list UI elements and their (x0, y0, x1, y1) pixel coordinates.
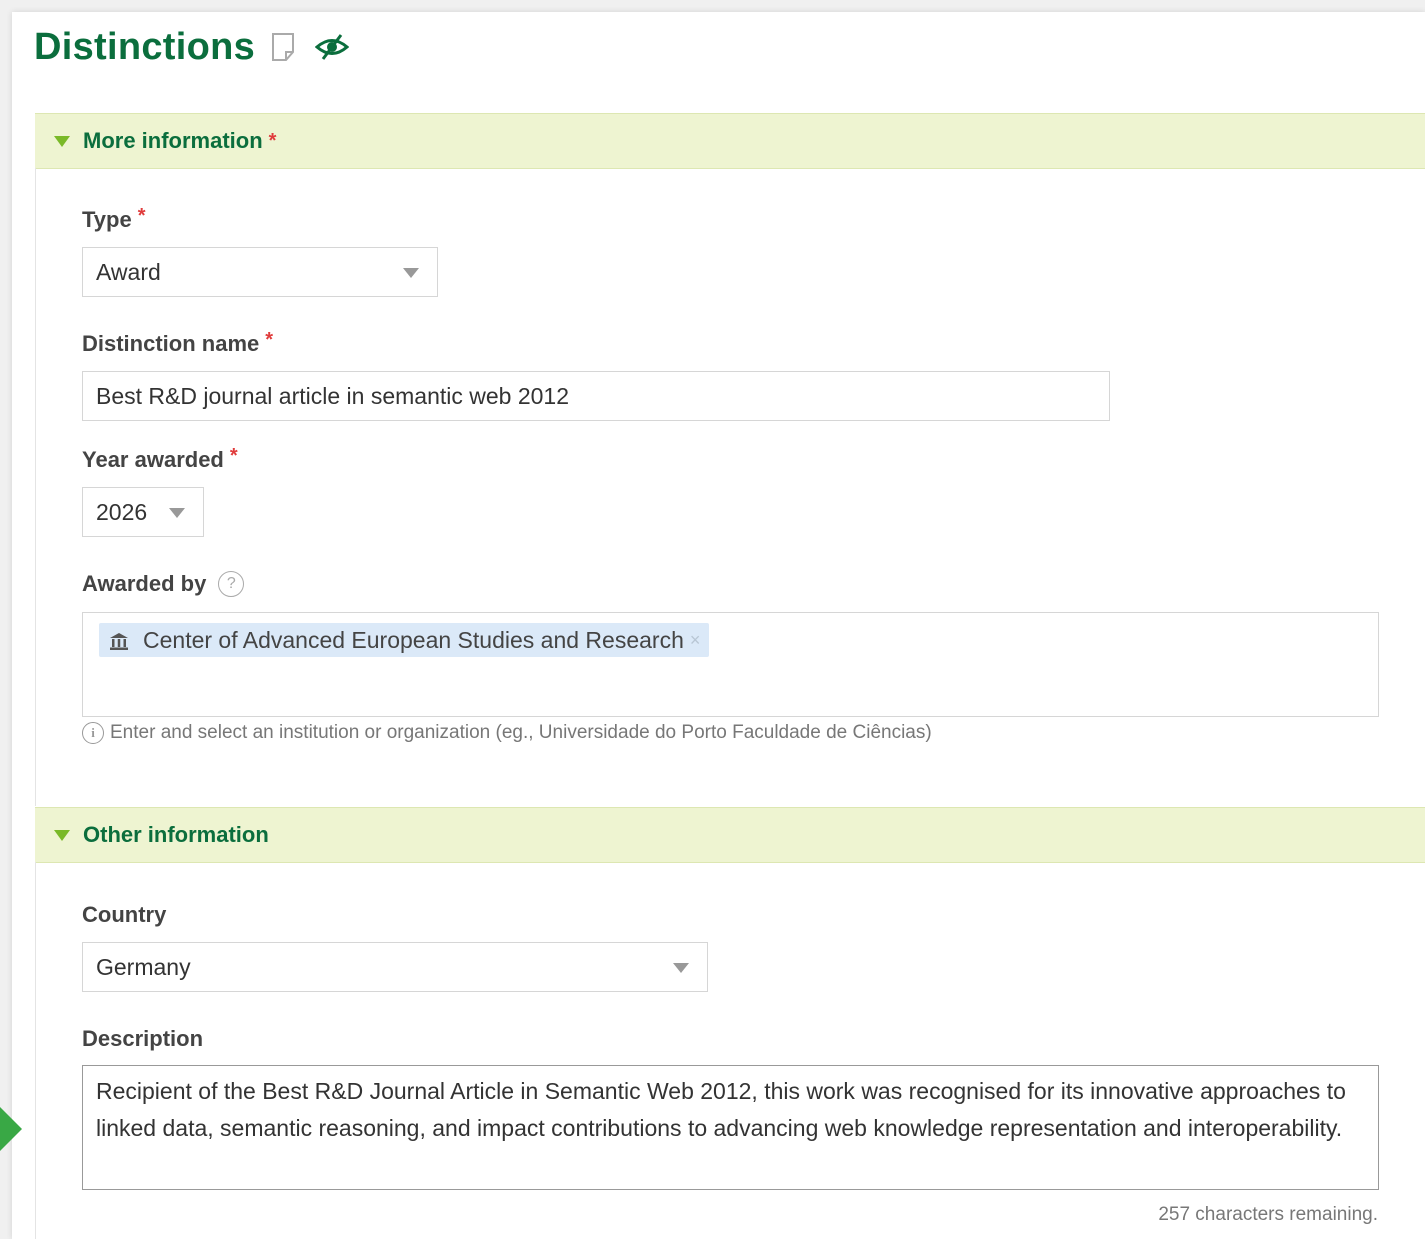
awarded-by-tag-label: Center of Advanced European Studies and … (143, 626, 684, 653)
description-label: Description (82, 1026, 203, 1052)
section-more-information[interactable]: More information * (35, 113, 1425, 169)
year-awarded-label: Year awarded * (82, 444, 238, 473)
country-value: Germany (96, 953, 191, 980)
chevron-down-icon (673, 963, 689, 973)
awarded-by-tag: Center of Advanced European Studies and … (99, 623, 710, 657)
pointer-arrow-icon (0, 1107, 22, 1151)
country-select[interactable]: Germany (82, 942, 708, 992)
distinction-name-label: Distinction name * (82, 328, 274, 357)
section-other-information[interactable]: Other information (35, 807, 1425, 863)
type-label-text: Type (82, 207, 132, 232)
chevron-down-icon (403, 268, 419, 278)
awarded-by-label: Awarded by ? (82, 571, 245, 597)
description-textarea[interactable]: Recipient of the Best R&D Journal Articl… (82, 1065, 1379, 1190)
help-circle-icon[interactable]: ? (218, 571, 245, 597)
distinction-name-label-text: Distinction name (82, 331, 260, 356)
country-label: Country (82, 902, 166, 928)
type-select-value: Award (96, 258, 161, 285)
chevron-down-icon (169, 508, 185, 518)
awarded-by-hint-text: Enter and select an institution or organ… (110, 722, 932, 743)
bank-icon (109, 630, 129, 650)
caret-down-icon (54, 135, 70, 147)
title-row: Distinctions (34, 22, 350, 72)
distinction-name-value: Best R&D journal article in semantic web… (96, 382, 570, 409)
required-mark: * (265, 328, 274, 351)
required-mark: * (268, 129, 277, 152)
awarded-by-hint: i Enter and select an institution or org… (82, 722, 932, 744)
eye-icon[interactable] (314, 32, 350, 62)
awarded-by-label-text: Awarded by (82, 571, 207, 596)
character-counter: 257 characters remaining. (1158, 1204, 1378, 1225)
close-icon[interactable]: × (690, 630, 701, 651)
awarded-by-input[interactable]: Center of Advanced European Studies and … (82, 612, 1379, 717)
section-more-information-label: More information (83, 128, 263, 153)
form-card: Distinctions More information * Type * A… (12, 12, 1425, 1239)
year-awarded-select[interactable]: 2026 (82, 487, 204, 537)
section-other-information-label: Other information (83, 822, 269, 847)
info-circle-icon: i (82, 722, 104, 744)
document-icon[interactable] (271, 32, 295, 62)
description-value: Recipient of the Best R&D Journal Articl… (96, 1078, 1346, 1141)
type-label: Type * (82, 204, 146, 233)
year-awarded-value: 2026 (96, 498, 148, 525)
required-mark: * (137, 204, 146, 227)
description-label-text: Description (82, 1026, 204, 1051)
distinction-name-input[interactable]: Best R&D journal article in semantic web… (82, 371, 1110, 421)
year-awarded-label-text: Year awarded (82, 447, 224, 472)
caret-down-icon (54, 829, 70, 841)
country-label-text: Country (82, 902, 167, 927)
type-select[interactable]: Award (82, 247, 438, 297)
page-title: Distinctions (34, 25, 256, 68)
required-mark: * (229, 444, 238, 467)
